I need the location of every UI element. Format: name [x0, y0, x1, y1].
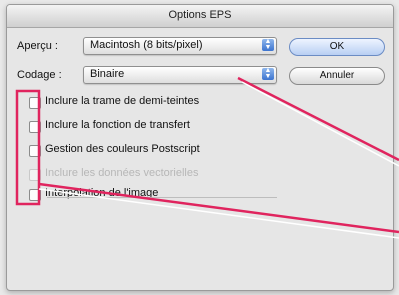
popup-arrows-icon: ▲ ▼	[262, 67, 274, 80]
interpolation-checkbox[interactable]	[29, 189, 41, 201]
encoding-label: Codage :	[17, 69, 62, 81]
postscript-color-checkbox[interactable]	[29, 145, 41, 157]
encoding-popup[interactable]: Binaire ▲ ▼	[83, 66, 277, 84]
halftone-label: Inclure la trame de demi-teintes	[45, 95, 200, 107]
preview-value: Macintosh (8 bits/pixel)	[90, 39, 203, 51]
vector-data-label: Inclure les données vectorielles	[45, 167, 199, 179]
dialog-title: Options EPS	[168, 9, 232, 21]
encoding-value: Binaire	[90, 68, 125, 80]
separator	[47, 197, 277, 198]
halftone-checkbox[interactable]	[29, 97, 41, 109]
preview-label: Aperçu :	[17, 40, 58, 52]
preview-popup[interactable]: Macintosh (8 bits/pixel) ▲ ▼	[83, 37, 277, 55]
transfer-function-label: Inclure la fonction de transfert	[45, 119, 190, 131]
popup-arrows-icon: ▲ ▼	[262, 38, 274, 51]
postscript-color-label: Gestion des couleurs Postscript	[45, 143, 200, 155]
title-bar[interactable]: Options EPS	[7, 5, 393, 28]
vector-data-checkbox[interactable]	[29, 169, 41, 181]
ok-button[interactable]: OK	[289, 38, 385, 56]
eps-options-dialog: Options EPS Aperçu : Macintosh (8 bits/p…	[6, 4, 394, 291]
transfer-function-checkbox[interactable]	[29, 121, 41, 133]
cancel-button[interactable]: Annuler	[289, 67, 385, 85]
